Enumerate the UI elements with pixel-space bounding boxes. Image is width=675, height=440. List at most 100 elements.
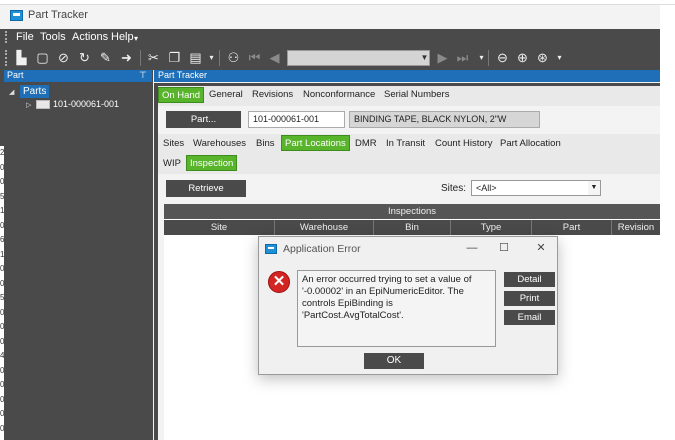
- toolbar-separator: [488, 50, 489, 66]
- part-tree: [4, 83, 152, 440]
- tab-nonconformance[interactable]: Nonconformance: [300, 87, 378, 103]
- tab-general[interactable]: General: [206, 87, 246, 103]
- chevron-down-icon[interactable]: ▼: [588, 181, 600, 195]
- part-number-input[interactable]: 101-000061-001: [248, 111, 345, 128]
- menu-help[interactable]: Help: [111, 31, 134, 43]
- home-icon[interactable]: ⊛: [535, 50, 550, 65]
- new-icon[interactable]: ▙: [14, 50, 29, 65]
- error-message: An error occurred trying to set a value …: [297, 270, 496, 347]
- tab-bins[interactable]: Bins: [253, 136, 277, 152]
- edge-digit: 0: [0, 264, 5, 273]
- tab-sites[interactable]: Sites: [160, 136, 187, 152]
- edge-digit: 2: [0, 148, 5, 157]
- first-record-icon[interactable]: ⏮: [247, 50, 262, 65]
- edge-digit: 0: [0, 177, 5, 186]
- detail-button[interactable]: Detail: [504, 272, 555, 287]
- pin-icon[interactable]: ⊤: [139, 70, 147, 81]
- edge-digit: 4: [0, 351, 5, 360]
- column-warehouse[interactable]: Warehouse: [274, 220, 373, 235]
- column-part[interactable]: Part: [531, 220, 611, 235]
- refresh-icon[interactable]: ↻: [77, 50, 92, 65]
- edge-digit: 0: [0, 336, 5, 346]
- edge-digit: 5: [0, 293, 5, 302]
- part-button[interactable]: Part...: [166, 111, 241, 128]
- record-combo[interactable]: [287, 50, 430, 66]
- last-record-icon[interactable]: ⏭: [455, 50, 470, 65]
- toolbar-separator: [140, 50, 141, 66]
- back-icon[interactable]: ⊖: [495, 50, 510, 65]
- nav-dropdown-icon[interactable]: ▾: [474, 50, 489, 65]
- chevron-down-icon[interactable]: ▼: [419, 50, 430, 66]
- main-panel-header: [154, 70, 660, 82]
- edge-digit: 0: [0, 307, 5, 317]
- edge-digit: 0: [0, 409, 5, 418]
- close-icon[interactable]: ✕: [534, 241, 548, 255]
- tab-count-history[interactable]: Count History: [432, 136, 496, 152]
- edge-digit: 0: [0, 394, 5, 404]
- dialog-title: Application Error: [283, 243, 361, 255]
- copy-icon[interactable]: ❐: [167, 50, 182, 65]
- tab-on-hand[interactable]: On Hand: [158, 87, 205, 103]
- right-edge: [660, 5, 675, 440]
- cut-icon[interactable]: ✂: [146, 50, 161, 65]
- main-panel-title: Part Tracker: [158, 70, 208, 80]
- menu-actions[interactable]: Actions: [72, 31, 108, 43]
- tab-wip[interactable]: WIP: [160, 156, 184, 172]
- ok-button[interactable]: OK: [364, 353, 424, 369]
- menu-file[interactable]: File: [16, 31, 34, 43]
- edge-digit: 0: [0, 365, 5, 375]
- column-site[interactable]: Site: [164, 220, 274, 235]
- title-bar: [0, 5, 660, 29]
- paste-icon[interactable]: ▤: [188, 50, 203, 65]
- edge-digit: 0: [0, 278, 5, 288]
- tree-root-parts[interactable]: Parts: [20, 85, 50, 98]
- attach-icon[interactable]: ⊘: [56, 50, 71, 65]
- tab-dmr[interactable]: DMR: [352, 136, 380, 152]
- tab-part-locations[interactable]: Part Locations: [281, 135, 350, 151]
- edge-digit: 0: [0, 322, 5, 331]
- toolbar-separator: [219, 50, 220, 66]
- edge-digit: 0: [0, 380, 5, 389]
- menu-tools[interactable]: Tools: [40, 31, 66, 43]
- left-panel-title: Part: [7, 70, 24, 80]
- toolbar-overflow-icon[interactable]: ▾: [552, 50, 567, 65]
- dialog-app-icon: [265, 244, 277, 254]
- sites-select[interactable]: <All>: [471, 180, 601, 196]
- paste-dropdown-icon[interactable]: ▾: [204, 50, 219, 65]
- tab-inspection[interactable]: Inspection: [186, 155, 238, 171]
- sites-label: Sites:: [441, 183, 467, 194]
- edge-digit: 5: [0, 191, 5, 201]
- part-description-field: BINDING TAPE, BLACK NYLON, 2"W: [349, 111, 540, 128]
- grid-band-header: Inspections: [164, 204, 660, 219]
- clear-icon[interactable]: ✎: [98, 50, 113, 65]
- column-revision[interactable]: Revision: [611, 220, 660, 235]
- menu-overflow-icon[interactable]: ▾: [134, 34, 138, 43]
- column-bin[interactable]: Bin: [373, 220, 450, 235]
- tab-part-allocation[interactable]: Part Allocation: [497, 136, 564, 152]
- edge-digit: 6: [0, 235, 5, 244]
- minimize-icon[interactable]: —: [465, 241, 479, 255]
- maximize-icon[interactable]: ☐: [497, 241, 511, 255]
- tree-expand-icon[interactable]: ▷: [26, 101, 31, 109]
- tab-in-transit[interactable]: In Transit: [383, 136, 428, 152]
- edge-digit: 0: [0, 220, 5, 230]
- column-type[interactable]: Type: [450, 220, 531, 235]
- email-button[interactable]: Email: [504, 310, 555, 325]
- tab-revisions[interactable]: Revisions: [249, 87, 296, 103]
- edge-digit: 0: [0, 162, 5, 172]
- left-panel-header: [4, 70, 152, 82]
- previous-record-icon[interactable]: ◀: [267, 50, 282, 65]
- window-title: Part Tracker: [28, 9, 88, 21]
- tree-item-part[interactable]: 101-000061-001: [53, 99, 119, 109]
- search-binoculars-icon[interactable]: ⚇: [226, 50, 241, 65]
- tab-serial-numbers[interactable]: Serial Numbers: [381, 87, 452, 103]
- tree-collapse-icon[interactable]: ◢: [9, 88, 14, 96]
- retrieve-button[interactable]: Retrieve: [166, 180, 246, 197]
- forward-icon[interactable]: ⊕: [515, 50, 530, 65]
- save-icon[interactable]: ▢: [35, 50, 50, 65]
- next-record-icon[interactable]: ▶: [435, 50, 450, 65]
- toolbar-grip: [5, 50, 7, 66]
- tab-warehouses[interactable]: Warehouses: [190, 136, 249, 152]
- navigate-icon[interactable]: ➜: [119, 50, 134, 65]
- print-button[interactable]: Print: [504, 291, 555, 306]
